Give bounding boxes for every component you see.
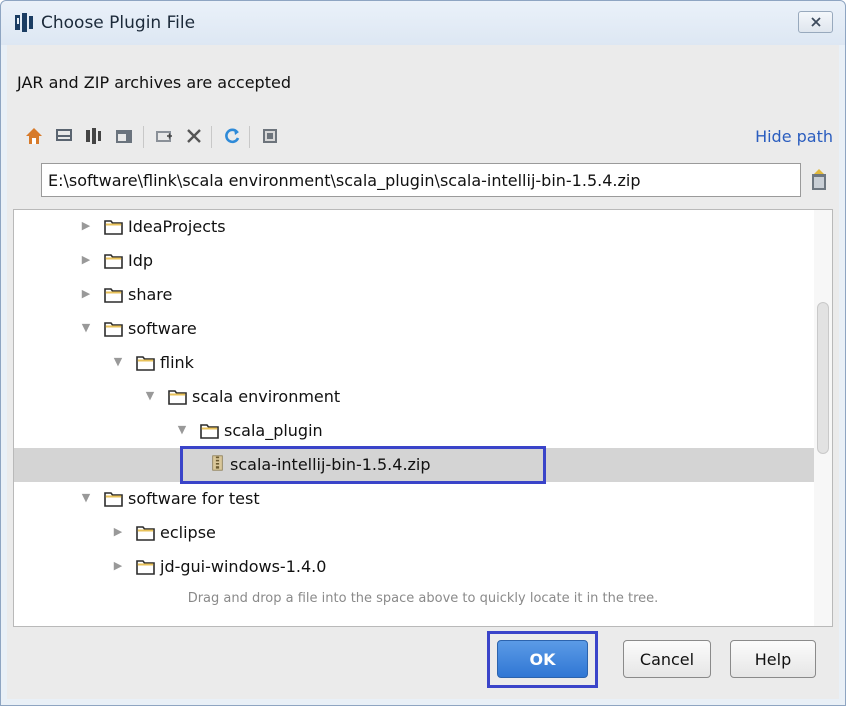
expand-arrow-icon[interactable]: ▶	[112, 560, 124, 572]
folder-icon	[200, 424, 219, 439]
folder-icon	[104, 254, 123, 269]
title-bar[interactable]: Choose Plugin File	[1, 1, 845, 45]
close-icon	[810, 17, 821, 27]
desktop-icon	[56, 129, 72, 141]
tree-folder-item[interactable]: ▶ Idp	[14, 244, 814, 278]
desktop-button[interactable]	[51, 123, 77, 149]
path-history-button[interactable]	[807, 165, 831, 195]
tree-item-label: scala-intellij-bin-1.5.4.zip	[230, 455, 431, 474]
new-folder-icon	[156, 131, 172, 142]
tree-folder-item[interactable]: ▶ IdeaProjects	[14, 210, 814, 244]
refresh-icon	[225, 128, 240, 144]
tree-folder-item[interactable]: ▼ scala_plugin	[14, 414, 814, 448]
tree-folder-item[interactable]: ▼ software	[14, 312, 814, 346]
tree-scrollbar[interactable]	[814, 210, 832, 626]
description-text: JAR and ZIP archives are accepted	[17, 73, 291, 92]
home-icon	[26, 128, 42, 144]
folder-icon	[136, 526, 155, 541]
folder-icon	[104, 492, 123, 507]
tree-item-label: Idp	[128, 251, 154, 270]
new-folder-button[interactable]	[151, 123, 177, 149]
file-toolbar	[19, 123, 359, 151]
tree-item-label: share	[128, 285, 173, 304]
project-button[interactable]	[81, 123, 107, 149]
scrollbar-thumb[interactable]	[817, 302, 829, 454]
tree-item-label: eclipse	[160, 523, 216, 542]
tree-folder-item[interactable]: ▶ share	[14, 278, 814, 312]
help-button[interactable]: Help	[730, 640, 816, 678]
expand-arrow-icon[interactable]: ▶	[80, 220, 92, 232]
folder-icon	[136, 560, 155, 575]
delete-button[interactable]	[181, 123, 207, 149]
collapse-arrow-icon[interactable]: ▼	[176, 424, 188, 436]
tree-item-label: jd-gui-windows-1.4.0	[160, 557, 327, 576]
folder-icon	[168, 390, 187, 405]
drag-drop-hint: Drag and drop a file into the space abov…	[187, 591, 659, 606]
folder-icon	[104, 322, 123, 337]
collapse-arrow-icon[interactable]: ▼	[112, 356, 124, 368]
zip-archive-icon	[212, 455, 223, 471]
close-button[interactable]	[798, 11, 833, 33]
home-button[interactable]	[21, 123, 47, 149]
module-button[interactable]	[111, 123, 137, 149]
expand-arrow-icon[interactable]: ▶	[112, 526, 124, 538]
toolbar-separator	[143, 126, 144, 148]
refresh-button[interactable]	[219, 123, 245, 149]
expand-arrow-icon[interactable]: ▶	[80, 254, 92, 266]
folder-icon	[136, 356, 155, 371]
tree-folder-item[interactable]: ▼ software for test	[14, 482, 814, 516]
tree-item-label: flink	[160, 353, 194, 372]
toolbar-separator	[211, 126, 212, 148]
collapse-arrow-icon[interactable]: ▼	[144, 390, 156, 402]
tree-item-label: scala_plugin	[224, 421, 323, 440]
tree-item-label: IdeaProjects	[128, 217, 226, 236]
tree-file-item[interactable]: scala-intellij-bin-1.5.4.zip	[14, 448, 814, 482]
folder-icon	[104, 220, 123, 235]
dialog-body: JAR and ZIP archives are accepted Hide p…	[7, 45, 839, 699]
path-input[interactable]	[41, 163, 801, 197]
collapse-arrow-icon[interactable]: ▼	[80, 492, 92, 504]
project-icon	[86, 128, 101, 144]
tree-item-label: scala environment	[192, 387, 341, 406]
folder-icon	[104, 288, 123, 303]
choose-plugin-file-dialog: Choose Plugin File JAR and ZIP archives …	[0, 0, 846, 706]
tree-folder-item[interactable]: ▶ jd-gui-windows-1.4.0	[14, 550, 814, 584]
path-dropdown-icon	[812, 169, 826, 190]
intellij-app-icon	[14, 12, 38, 34]
toolbar-separator	[249, 126, 250, 148]
delete-icon	[187, 129, 201, 143]
tree-item-label: software for test	[128, 489, 260, 508]
window-title: Choose Plugin File	[41, 13, 196, 33]
module-icon	[116, 130, 132, 143]
show-hidden-button[interactable]	[257, 123, 283, 149]
cancel-button[interactable]: Cancel	[623, 640, 711, 678]
tree-item-label: software	[128, 319, 197, 338]
show-hidden-icon	[263, 129, 277, 143]
hide-path-link[interactable]: Hide path	[755, 127, 833, 146]
file-tree[interactable]: ▶ IdeaProjects ▶ Idp ▶ share ▼ software ▼ flink ▼ s…	[13, 209, 833, 627]
ok-button[interactable]: OK	[497, 640, 588, 678]
tree-folder-item[interactable]: ▼ flink	[14, 346, 814, 380]
tree-folder-item[interactable]: ▶ eclipse	[14, 516, 814, 550]
tree-folder-item[interactable]: ▼ scala environment	[14, 380, 814, 414]
collapse-arrow-icon[interactable]: ▼	[80, 322, 92, 334]
expand-arrow-icon[interactable]: ▶	[80, 288, 92, 300]
